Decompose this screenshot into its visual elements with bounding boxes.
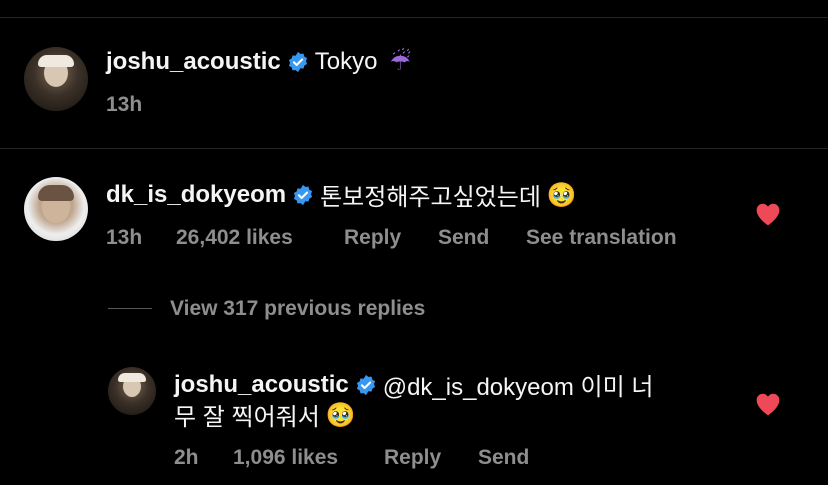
comment-row: dk_is_dokyeom 톤보정해주고싶었는데 🥹 xyxy=(106,177,577,212)
comment-text: 톤보정해주고싶었는데 xyxy=(320,184,541,211)
reply-row-2: 무 잘 찍어줘서 🥹 xyxy=(174,397,356,432)
heart-icon[interactable] xyxy=(755,202,781,226)
post-author-avatar[interactable] xyxy=(24,47,88,111)
umbrella-emoji: ☔ xyxy=(389,48,411,76)
comment-reply-button[interactable]: Reply xyxy=(344,226,401,250)
see-translation-button[interactable]: See translation xyxy=(526,226,677,250)
pleading-face-emoji: 🥹 xyxy=(546,180,577,209)
replies-divider-line xyxy=(108,308,152,309)
caption-divider xyxy=(0,148,828,149)
verified-badge-icon xyxy=(292,184,314,206)
top-divider xyxy=(0,17,828,18)
reply-reply-button[interactable]: Reply xyxy=(384,446,441,470)
reply-text-line1: @dk_is_dokyeom 이미 너 xyxy=(382,374,654,401)
reply-author-avatar[interactable] xyxy=(108,367,156,415)
commenter-username[interactable]: dk_is_dokyeom xyxy=(106,181,286,209)
pleading-face-emoji: 🥹 xyxy=(325,400,356,429)
post-caption-row: joshu_acoustic Tokyo ☔ xyxy=(106,48,411,76)
verified-badge-icon xyxy=(355,374,377,396)
reply-send-button[interactable]: Send xyxy=(478,446,529,470)
commenter-avatar[interactable] xyxy=(24,177,88,241)
reply-text-line2: 무 잘 찍어줘서 xyxy=(174,404,320,431)
post-time: 13h xyxy=(106,93,143,116)
post-caption-text: Tokyo xyxy=(314,48,378,75)
view-previous-replies-button[interactable]: View 317 previous replies xyxy=(170,297,425,321)
verified-badge-icon xyxy=(287,51,309,73)
comment-send-button[interactable]: Send xyxy=(438,226,489,250)
reply-likes[interactable]: 1,096 likes xyxy=(233,446,338,470)
comment-time: 13h xyxy=(106,226,143,249)
reply-time: 2h xyxy=(174,446,199,469)
reply-author-username[interactable]: joshu_acoustic xyxy=(174,371,349,399)
heart-icon[interactable] xyxy=(755,392,781,416)
comment-likes[interactable]: 26,402 likes xyxy=(176,226,293,250)
post-author-username[interactable]: joshu_acoustic xyxy=(106,48,281,76)
